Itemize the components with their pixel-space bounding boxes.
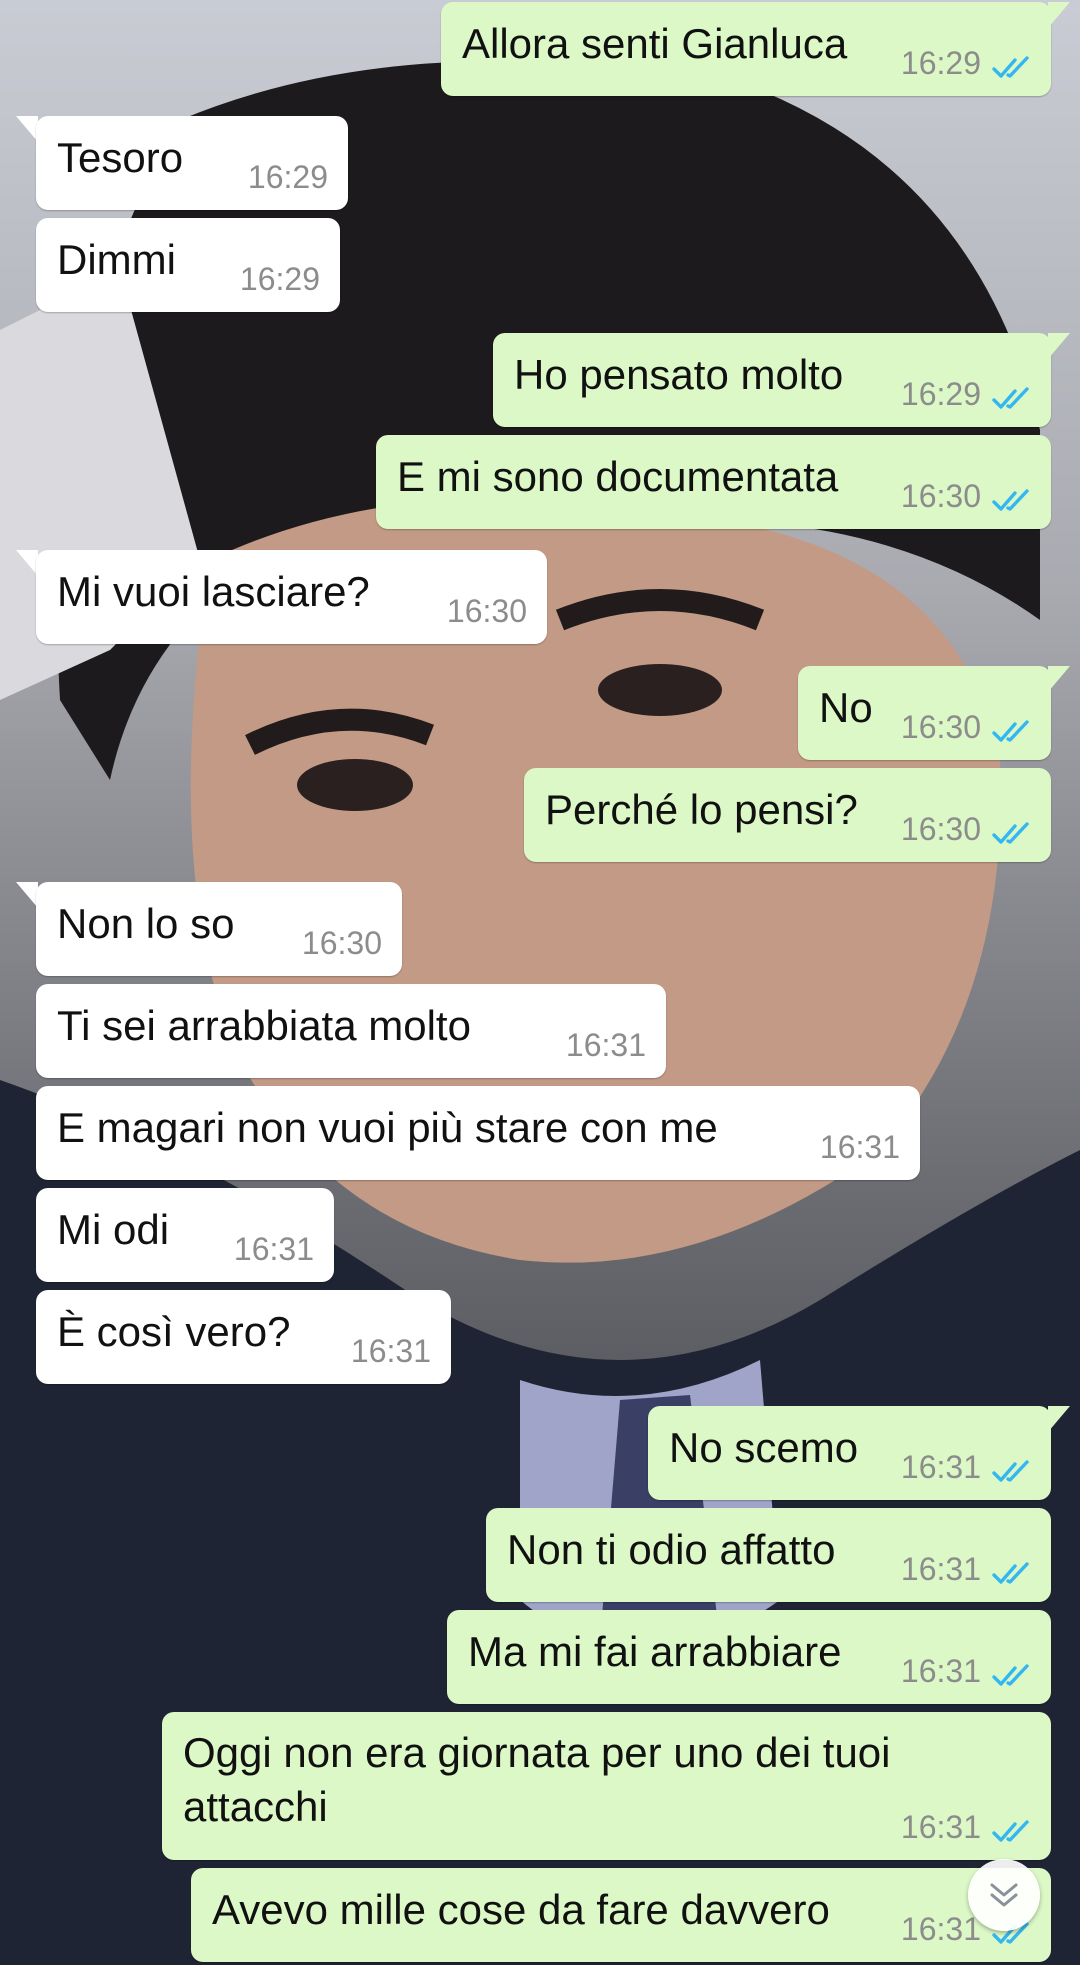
message-time: 16:31	[565, 1027, 646, 1063]
message-text: E magari non vuoi più stare con me	[57, 1104, 718, 1151]
message-text: E mi sono documentata	[397, 453, 839, 500]
message-text: Oggi non era giornata per uno dei tuoi a…	[183, 1729, 891, 1830]
message-text: Ma mi fai arrabbiare	[468, 1628, 842, 1675]
message-time: 16:30	[900, 478, 981, 514]
message-time: 16:31	[900, 1551, 981, 1587]
message-bubble-outgoing[interactable]: No scemo 16:31	[648, 1406, 1051, 1500]
message-text: Non ti odio affatto	[507, 1526, 836, 1573]
message-time: 16:29	[239, 261, 320, 297]
message-time: 16:31	[900, 1449, 981, 1485]
message-text: Allora senti Gianluca	[462, 20, 848, 67]
bubble-tail	[16, 116, 38, 142]
message-bubble-outgoing[interactable]: Allora senti Gianluca 16:29	[441, 2, 1051, 96]
message-text: Ho pensato molto	[514, 351, 844, 398]
message-bubble-outgoing[interactable]: Non ti odio affatto 16:31	[486, 1508, 1051, 1602]
double-check-icon	[992, 1562, 1029, 1584]
message-bubble-outgoing[interactable]: Oggi non era giornata per uno dei tuoi a…	[162, 1712, 1051, 1860]
chat-messages-list[interactable]: Allora senti Gianluca 16:29 Tesoro 16:29…	[0, 0, 1080, 1965]
double-check-icon	[992, 1460, 1029, 1482]
double-check-icon	[992, 387, 1029, 409]
bubble-tail	[16, 550, 38, 576]
message-time: 16:29	[247, 159, 328, 195]
message-time: 16:31	[900, 1911, 981, 1947]
message-bubble-outgoing[interactable]: Ho pensato molto 16:29	[493, 333, 1051, 427]
message-bubble-incoming[interactable]: Tesoro 16:29	[36, 116, 348, 210]
message-text: Perché lo pensi?	[545, 786, 858, 833]
double-check-icon	[992, 720, 1029, 742]
message-text: No	[819, 684, 873, 731]
message-bubble-incoming[interactable]: Mi odi 16:31	[36, 1188, 334, 1282]
message-bubble-incoming[interactable]: Ti sei arrabbiata molto 16:31	[36, 984, 666, 1078]
double-check-icon	[992, 489, 1029, 511]
message-time: 16:31	[900, 1809, 981, 1845]
message-time: 16:29	[900, 376, 981, 412]
message-bubble-incoming[interactable]: Mi vuoi lasciare? 16:30	[36, 550, 547, 644]
bubble-tail	[1048, 333, 1070, 359]
double-check-icon	[992, 1820, 1029, 1842]
message-bubble-outgoing[interactable]: Avevo mille cose da fare davvero 16:31	[191, 1868, 1051, 1962]
message-text: Dimmi	[57, 236, 176, 283]
double-check-icon	[992, 1664, 1029, 1686]
message-bubble-incoming[interactable]: È così vero? 16:31	[36, 1290, 451, 1384]
message-text: È così vero?	[57, 1308, 291, 1355]
message-time: 16:31	[350, 1333, 431, 1369]
bubble-tail	[1048, 666, 1070, 692]
bubble-tail	[16, 882, 38, 908]
message-bubble-incoming[interactable]: E magari non vuoi più stare con me 16:31	[36, 1086, 920, 1180]
message-bubble-outgoing[interactable]: Perché lo pensi? 16:30	[524, 768, 1051, 862]
message-text: Mi vuoi lasciare?	[57, 568, 370, 615]
message-text: No scemo	[669, 1424, 859, 1471]
message-bubble-outgoing[interactable]: No 16:30	[798, 666, 1051, 760]
chevron-down-icon	[990, 1883, 1018, 1907]
message-text: Non lo so	[57, 900, 235, 947]
message-text: Tesoro	[57, 134, 184, 181]
message-text: Ti sei arrabbiata molto	[57, 1002, 471, 1049]
message-time: 16:30	[446, 593, 527, 629]
message-bubble-outgoing[interactable]: E mi sono documentata 16:30	[376, 435, 1051, 529]
message-time: 16:29	[900, 45, 981, 81]
scroll-to-bottom-button[interactable]	[968, 1859, 1040, 1931]
message-time: 16:31	[233, 1231, 314, 1267]
bubble-tail	[1048, 2, 1070, 28]
message-time: 16:30	[301, 925, 382, 961]
message-time: 16:31	[900, 1653, 981, 1689]
message-time: 16:30	[900, 811, 981, 847]
message-text: Mi odi	[57, 1206, 170, 1253]
message-bubble-incoming[interactable]: Dimmi 16:29	[36, 218, 340, 312]
double-check-icon	[992, 822, 1029, 844]
message-bubble-outgoing[interactable]: Ma mi fai arrabbiare 16:31	[447, 1610, 1051, 1704]
double-check-icon	[992, 56, 1029, 78]
message-bubble-incoming[interactable]: Non lo so 16:30	[36, 882, 402, 976]
message-time: 16:31	[819, 1129, 900, 1165]
message-time: 16:30	[900, 709, 981, 745]
bubble-tail	[1048, 1406, 1070, 1432]
message-text: Avevo mille cose da fare davvero	[212, 1886, 830, 1933]
